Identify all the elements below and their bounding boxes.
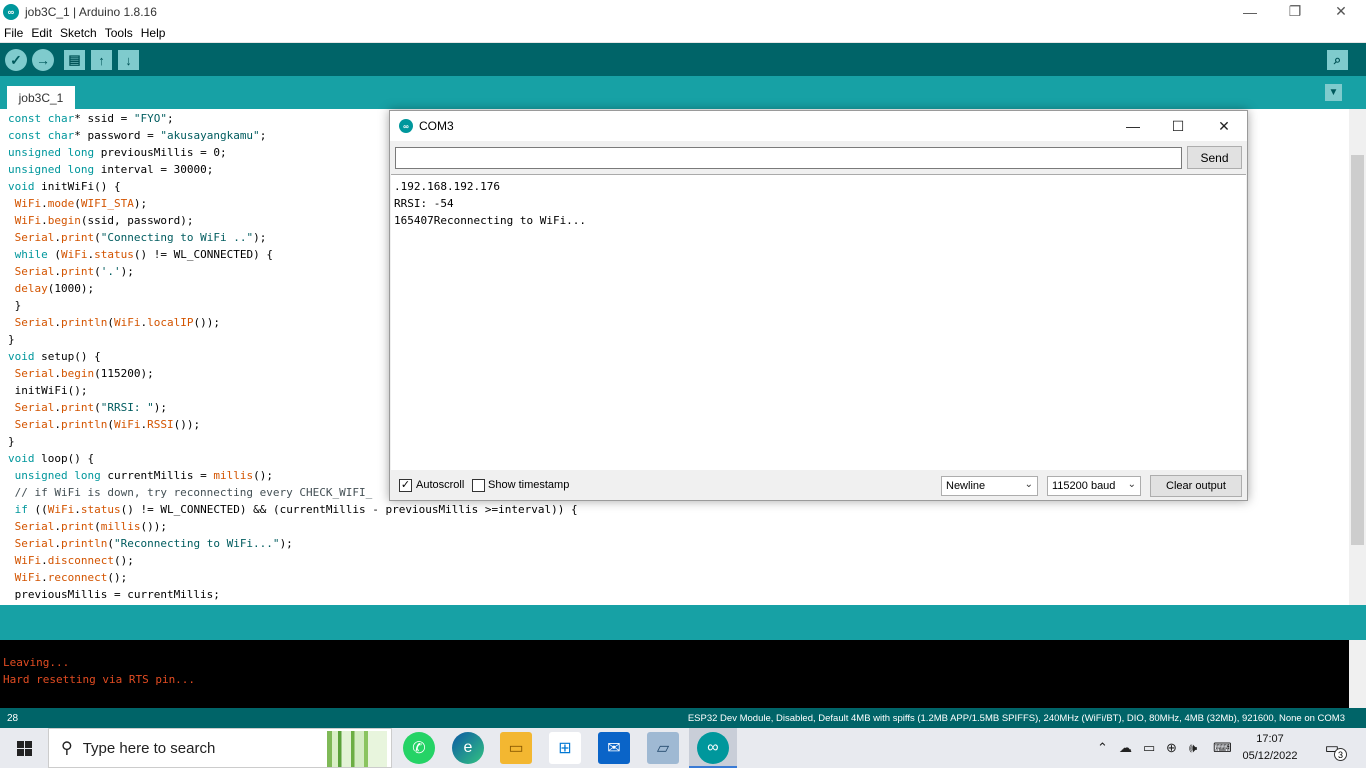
console-line: Leaving... <box>3 656 70 669</box>
status-strip <box>0 605 1366 640</box>
serial-monitor-title: COM3 <box>419 119 454 133</box>
notepad-icon[interactable]: ▱ <box>647 732 679 764</box>
monitor-maximize-button[interactable]: ☐ <box>1155 111 1201 141</box>
upload-button[interactable]: → <box>32 49 54 71</box>
show-timestamp-checkbox[interactable] <box>472 479 485 492</box>
line-ending-select[interactable]: Newline ⌄ <box>941 476 1038 496</box>
code-line: WiFi.disconnect(); <box>14 554 134 567</box>
network-icon[interactable]: ⊕ <box>1166 728 1177 768</box>
toolbar: ✓ → ▤ ↑ ↓ ⌕ <box>0 43 1366 76</box>
send-button[interactable]: Send <box>1187 146 1242 169</box>
baud-rate-value: 115200 baud <box>1052 480 1116 492</box>
menu-sketch[interactable]: Sketch <box>56 26 101 40</box>
baud-rate-select[interactable]: 115200 baud ⌄ <box>1047 476 1141 496</box>
save-sketch-button[interactable]: ↓ <box>118 50 139 70</box>
autoscroll-checkbox[interactable]: ✓ <box>399 479 412 492</box>
volume-icon[interactable]: 🕪 <box>1189 728 1197 768</box>
menu-file[interactable]: File <box>0 26 27 40</box>
console-output: Leaving... Hard resetting via RTS pin... <box>0 640 1349 708</box>
whatsapp-icon[interactable]: ✆ <box>403 732 435 764</box>
show-timestamp-label: Show timestamp <box>488 479 570 491</box>
monitor-minimize-button[interactable]: — <box>1110 111 1156 141</box>
title-bar: ∞ job3C_1 | Arduino 1.8.16 — ❐ ✕ <box>0 0 1366 23</box>
menu-edit[interactable]: Edit <box>27 26 56 40</box>
autoscroll-label: Autoscroll <box>416 479 465 491</box>
clock-date: 05/12/2022 <box>1242 750 1298 762</box>
code-line: Serial.print(millis()); <box>14 520 167 533</box>
code-line: WiFi.reconnect(); <box>14 571 128 584</box>
serial-output: .192.168.192.176 RRSI: -54 165407Reconne… <box>391 174 1246 470</box>
line-ending-value: Newline <box>946 480 986 492</box>
serial-monitor-button[interactable]: ⌕ <box>1327 50 1348 70</box>
taskbar-search[interactable]: ⚲ Type here to search <box>48 728 392 768</box>
board-info: ESP32 Dev Module, Disabled, Default 4MB … <box>687 712 1345 724</box>
new-sketch-button[interactable]: ▤ <box>64 50 85 70</box>
windows-logo-icon <box>16 740 32 756</box>
tab-menu-icon[interactable]: ▼ <box>1325 84 1342 101</box>
window-title: job3C_1 | Arduino 1.8.16 <box>25 4 157 19</box>
edge-icon[interactable]: e <box>452 732 484 764</box>
start-button[interactable] <box>0 728 48 768</box>
chevron-down-icon: ⌄ <box>1127 479 1136 490</box>
search-placeholder: Type here to search <box>82 739 216 757</box>
file-explorer-icon[interactable]: ▭ <box>500 732 532 764</box>
menu-help[interactable]: Help <box>137 26 170 40</box>
minimize-button[interactable]: — <box>1227 0 1273 23</box>
search-highlight-image <box>327 731 387 767</box>
menu-tools[interactable]: Tools <box>101 26 137 40</box>
notification-center[interactable]: ▭ 3 <box>1319 737 1347 761</box>
search-icon: ⚲ <box>61 740 73 757</box>
arduino-icon[interactable]: ∞ <box>697 732 729 764</box>
close-button[interactable]: ✕ <box>1318 0 1364 23</box>
show-hidden-icons[interactable]: ⌃ <box>1097 728 1108 768</box>
serial-send-input[interactable] <box>395 147 1182 169</box>
code-line: if ((WiFi.status() != WL_CONNECTED) && (… <box>14 503 578 516</box>
notification-badge: 3 <box>1334 748 1347 761</box>
chevron-down-icon: ⌄ <box>1024 479 1033 490</box>
console-scrollbar[interactable] <box>1349 640 1366 708</box>
menu-bar: File Edit Sketch Tools Help <box>0 23 1366 43</box>
tab-job3c-1[interactable]: job3C_1 <box>7 86 75 109</box>
tab-bar: job3C_1 ▼ <box>0 76 1366 109</box>
arduino-app-icon: ∞ <box>3 3 19 20</box>
editor-scrollbar[interactable] <box>1349 109 1366 605</box>
editor-scroll-thumb[interactable] <box>1351 155 1364 545</box>
restore-button[interactable]: ❐ <box>1272 0 1318 23</box>
keyboard-icon[interactable]: ⌨ <box>1213 728 1232 768</box>
arduino-app-icon: ∞ <box>399 119 413 133</box>
console-line: Hard resetting via RTS pin... <box>3 673 196 686</box>
clear-output-button[interactable]: Clear output <box>1150 475 1242 497</box>
arduino-window: ∞ job3C_1 | Arduino 1.8.16 — ❐ ✕ File Ed… <box>0 0 1366 728</box>
serial-monitor-title-bar: ∞ COM3 — ☐ ✕ <box>390 111 1247 141</box>
onedrive-icon[interactable]: ☁ <box>1119 728 1132 768</box>
monitor-close-button[interactable]: ✕ <box>1201 111 1247 141</box>
serial-monitor-controls: ✓ Autoscroll Show timestamp Newline ⌄ 11… <box>390 471 1247 500</box>
windows-taskbar: ⚲ Type here to search ✆ e ▭ ⊞ ✉ ▱ ∞ ⌃ ☁ … <box>0 728 1366 768</box>
code-line: Serial.println("Reconnecting to WiFi..."… <box>14 537 293 550</box>
code-line: previousMillis = currentMillis; <box>8 588 220 601</box>
line-number: 28 <box>7 712 19 724</box>
clock-time: 17:07 <box>1256 733 1284 745</box>
open-sketch-button[interactable]: ↑ <box>91 50 112 70</box>
battery-icon[interactable]: ▭ <box>1143 728 1155 768</box>
store-icon[interactable]: ⊞ <box>549 732 581 764</box>
status-footer: 28 ESP32 Dev Module, Disabled, Default 4… <box>0 708 1366 728</box>
verify-button[interactable]: ✓ <box>5 49 27 71</box>
mail-icon[interactable]: ✉ <box>598 732 630 764</box>
clock[interactable]: 17:07 05/12/2022 <box>1238 731 1302 765</box>
serial-monitor-window: ∞ COM3 — ☐ ✕ Send .192.168.192.176 RRSI:… <box>389 110 1248 501</box>
